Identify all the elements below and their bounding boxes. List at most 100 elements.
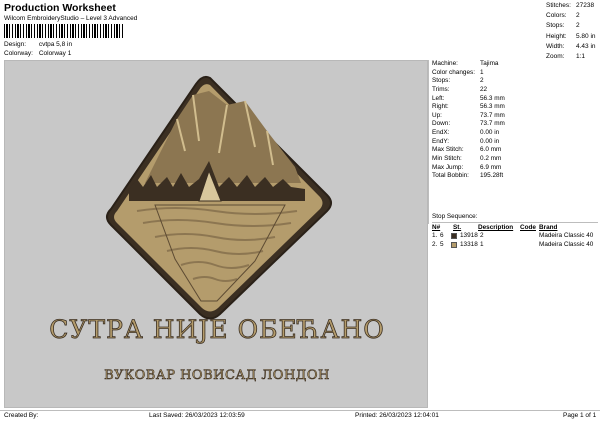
machine-row: Right: 56.3 mm: [432, 103, 598, 112]
machine-value: 56.3 mm: [480, 94, 505, 102]
row-brand: Madeira Classic 40: [539, 232, 594, 239]
machine-label: Up:: [432, 111, 442, 119]
machine-row: Max Jump: 6.9 mm: [432, 164, 598, 173]
machine-row: Min Stitch: 0.2 mm: [432, 155, 598, 164]
stat-row: Stops: 2: [546, 22, 600, 32]
stat-value: 27238: [576, 2, 595, 9]
stat-label: Width:: [546, 42, 565, 50]
colorway-row: Colorway: Colorway 1: [4, 50, 71, 57]
machine-row: Machine: Tajima: [432, 60, 598, 69]
machine-label: Stops:: [432, 77, 451, 85]
machine-value: 6.9 mm: [480, 163, 502, 171]
machine-value: 0.00 in: [480, 129, 500, 137]
machine-value: 2: [480, 77, 484, 85]
stop-sequence-header: N# St. Description Code Brand: [432, 222, 598, 231]
colorway-label: Colorway:: [4, 50, 33, 57]
machine-row: Left: 56.3 mm: [432, 95, 598, 104]
barcode: [4, 24, 124, 38]
colorway-value: Colorway 1: [38, 50, 72, 57]
design-value: cvtpa 5,8 in: [38, 41, 73, 48]
row-description: 2: [480, 232, 484, 239]
machine-value: 1: [480, 68, 484, 76]
row-description: 1: [480, 241, 484, 248]
row-stitches: 13918: [460, 232, 478, 239]
machine-value: 73.7 mm: [480, 120, 505, 128]
machine-row: Up: 73.7 mm: [432, 112, 598, 121]
machine-row: Trims: 22: [432, 86, 598, 95]
machine-row: Max Stitch: 6.0 mm: [432, 146, 598, 155]
footer-created-by: Created By:: [4, 412, 39, 419]
row-needle: 5: [440, 241, 444, 248]
machine-value: 22: [480, 85, 488, 93]
machine-label: Color changes:: [432, 68, 475, 76]
stat-row: Height: 5.80 in: [546, 33, 600, 43]
machine-label: EndX:: [432, 129, 450, 137]
machine-label: EndY:: [432, 137, 450, 145]
panel-divider: [428, 60, 429, 224]
machine-label: Max Jump:: [432, 163, 464, 171]
stat-row: Width: 4.43 in: [546, 43, 600, 53]
footer-divider: [0, 410, 600, 411]
machine-row: Stops: 2: [432, 77, 598, 86]
stat-label: Stops:: [546, 22, 565, 30]
stat-value: 2: [576, 22, 580, 30]
col-st: St.: [453, 224, 462, 231]
stat-label: Height:: [546, 32, 567, 40]
machine-value: 0.00 in: [480, 137, 500, 145]
row-index: 1.: [432, 232, 438, 239]
embroidery-artwork: [106, 75, 332, 320]
design-preview: СУТРА НИЈЕ ОБЕЋАНО ВУКОВАР НОВИСАД ЛОНДО…: [4, 60, 428, 408]
stat-value: 1:1: [576, 52, 586, 60]
design-stats: Stitches: 27238 Colors: 2 Stops: 2 Height: 5…: [546, 2, 600, 63]
software-subtitle: Wilcom EmbroideryStudio – Level 3 Advanc…: [4, 15, 138, 22]
col-code: Code: [520, 224, 536, 231]
mountain-shape: [145, 91, 301, 183]
page-title: Production Worksheet: [4, 2, 116, 14]
stop-sequence-row: 1. 6 13918 2 Madeira Classic 40: [432, 231, 598, 240]
design-row: Design: cvtpa 5,8 in: [4, 41, 72, 48]
footer-printed: Printed: 26/03/2023 12:04:01: [355, 412, 439, 419]
machine-value: Tajima: [480, 60, 499, 67]
machine-label: Down:: [432, 120, 451, 128]
design-text-line-1: СУТРА НИЈЕ ОБЕЋАНО: [49, 315, 385, 345]
row-needle: 6: [440, 232, 444, 239]
machine-value: 6.0 mm: [480, 146, 502, 154]
design-label: Design:: [4, 41, 27, 48]
machine-row: EndX: 0.00 in: [432, 129, 598, 138]
machine-value: 195.28ft: [480, 172, 504, 180]
stat-value: 5.80 in: [576, 32, 596, 40]
machine-row: Down: 73.7 mm: [432, 120, 598, 129]
machine-label: Total Bobbin:: [432, 172, 469, 180]
machine-value: 56.3 mm: [480, 103, 505, 111]
col-brand: Brand: [539, 224, 558, 231]
stop-sequence-row: 2. 5 13318 1 Madeira Classic 40: [432, 240, 598, 249]
stat-value: 4.43 in: [576, 42, 596, 50]
machine-label: Left:: [432, 94, 445, 102]
machine-value: 0.2 mm: [480, 155, 502, 163]
footer-page: Page 1 of 1: [563, 412, 597, 419]
machine-label: Max Stitch:: [432, 146, 464, 154]
design-text-line-2: ВУКОВАР НОВИСАД ЛОНДОН: [104, 368, 330, 384]
stat-label: Colors:: [546, 12, 567, 20]
col-description: Description: [478, 224, 514, 231]
machine-label: Right:: [432, 103, 449, 111]
machine-row: EndY: 0.00 in: [432, 138, 598, 147]
machine-info: Machine: Tajima Color changes: 1 Stops: 2 T…: [432, 60, 598, 181]
stat-row: Stitches: 27238: [546, 2, 600, 12]
stop-sequence-title: Stop Sequence:: [432, 213, 478, 220]
machine-row: Total Bobbin: 195.28ft: [432, 172, 598, 181]
stat-row: Colors: 2: [546, 12, 600, 22]
row-index: 2.: [432, 241, 438, 248]
stat-label: Stitches:: [546, 2, 571, 9]
col-n: N#: [432, 224, 441, 231]
machine-label: Machine:: [432, 60, 458, 67]
row-stitches: 13318: [460, 241, 478, 248]
stat-value: 2: [576, 12, 580, 20]
machine-row: Color changes: 1: [432, 69, 598, 78]
machine-label: Trims:: [432, 85, 450, 93]
row-brand: Madeira Classic 40: [539, 241, 594, 248]
stat-label: Zoom:: [546, 52, 565, 60]
machine-label: Min Stitch:: [432, 155, 462, 163]
machine-value: 73.7 mm: [480, 111, 505, 119]
footer-last-saved: Last Saved: 26/03/2023 12:03:59: [149, 412, 245, 419]
